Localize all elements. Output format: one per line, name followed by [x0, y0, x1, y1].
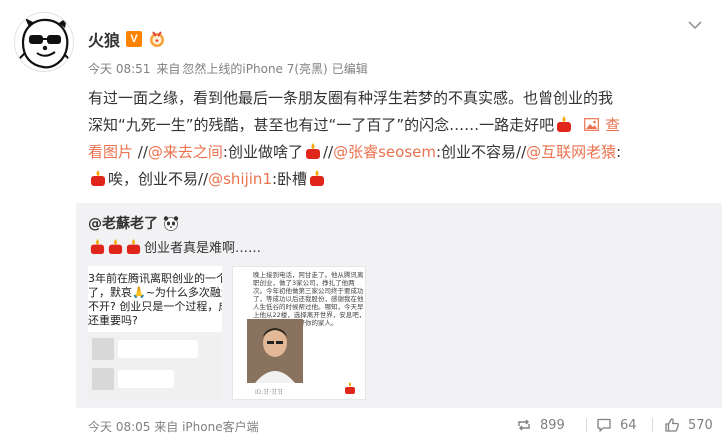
photo-icon: [584, 118, 599, 131]
chevron-down-icon[interactable]: [686, 18, 704, 32]
text-seg: 唉，创业不易//: [108, 170, 209, 188]
text-line-2-body: 深知“九死一生”的残酷，甚至也有过“一了百了”的闪念……一路走好吧: [88, 116, 555, 134]
candle-emoji-icon: [90, 238, 104, 255]
text-seg: //: [322, 143, 334, 161]
divider: [652, 418, 653, 432]
repost-source-prefix: 来自: [154, 420, 179, 434]
candle-emoji-icon: [91, 170, 105, 186]
text-seg: //: [133, 143, 148, 161]
text-line-1: 有过一面之缘，看到他最后一条朋友圈有种浮生若梦的不真实感。也曾创业的我: [88, 89, 614, 107]
avatar-raccoon-icon: [15, 13, 73, 71]
mention-zhangrui[interactable]: @张睿seosem: [333, 143, 436, 161]
post-footer: 今天 08:05 来自 iPhone客户端 899 64 570: [0, 408, 722, 443]
medal-icon[interactable]: ★: [147, 30, 167, 48]
post-meta: 今天 08:51 来自 忽然上线的iPhone 7(亮黑) 已编辑: [88, 60, 374, 77]
candle-emoji-icon: [108, 238, 122, 255]
thumbnail-1-text: 3年前在腾讯离职创业的一个老 了，默哀🙏~为什么多次融资 不开? 创业只是一个过…: [88, 272, 222, 327]
post-source[interactable]: 忽然上线的iPhone 7(亮黑): [182, 62, 327, 76]
weibo-card: 火狼 V ★ 今天 08:51 来自 忽然上线的iPhone 7(亮黑) 已编辑 有过…: [0, 0, 722, 443]
mention-laiqu[interactable]: @来去之间: [148, 143, 223, 161]
repost-count: 899: [540, 417, 565, 433]
comment-count: 64: [620, 417, 637, 433]
avatar[interactable]: [14, 12, 74, 72]
text-seg: :卧槽: [271, 170, 308, 188]
candle-emoji-icon: [126, 238, 140, 255]
chat-screenshot-icon: [88, 332, 222, 400]
text-seg: :: [616, 143, 622, 161]
svg-text:★: ★: [154, 38, 159, 45]
author-name[interactable]: 火狼: [88, 27, 120, 51]
repost-body: 创业者真是难啊……: [144, 241, 262, 256]
thumbnail-2-signature: ID:甘·甘甘: [255, 389, 284, 396]
view-photo-label-a: 查: [605, 116, 621, 134]
view-photo-link[interactable]: 查: [574, 116, 620, 134]
panda-icon: [163, 216, 179, 231]
vip-badge[interactable]: V: [126, 31, 143, 47]
comment-button[interactable]: 64: [596, 417, 637, 433]
repost-icon: [518, 419, 530, 431]
like-icon: [665, 418, 679, 432]
repost-time[interactable]: 今天 08:05: [88, 420, 150, 434]
text-line-2: 深知“九死一生”的残酷，甚至也有过“一了百了”的闪念……一路走好吧 查: [88, 112, 713, 139]
edited-label[interactable]: 已编辑: [332, 62, 368, 76]
reposted-content[interactable]: @老蘇老了 创业者真是难啊…… 3年前在腾讯离职创业的一个老 了，默哀🙏~为什么…: [76, 203, 722, 408]
post-time[interactable]: 今天 08:51: [88, 62, 150, 76]
source-prefix: 来自: [156, 62, 181, 76]
divider: [586, 418, 587, 432]
mention-shijin1[interactable]: @shijin1: [208, 170, 272, 188]
thumbnail-2[interactable]: 晚上接到电话，阿甘走了。他从腾讯离 职创业，做了3家公司，挣扎了他两 次。今年初…: [232, 266, 366, 400]
view-photo-label-b[interactable]: 看图片: [88, 143, 133, 161]
repost-source[interactable]: iPhone客户端: [182, 420, 259, 434]
repost-button[interactable]: 899: [516, 417, 565, 433]
candle-emoji-icon: [305, 143, 320, 159]
repost-text: 创业者真是难啊……: [88, 237, 261, 256]
repost-meta: 今天 08:05 来自 iPhone客户端: [88, 418, 259, 435]
post-text: 有过一面之缘，看到他最后一条朋友圈有种浮生若梦的不真实感。也曾创业的我 深知“九…: [88, 85, 713, 193]
text-line-4: 唉，创业不易//@shijin1:卧槽: [88, 166, 713, 193]
repost-author: @老蘇老了: [88, 213, 180, 233]
mention-hulianwang[interactable]: @互联网老猿: [526, 143, 616, 161]
candle-emoji-icon: [557, 116, 572, 132]
portrait-photo-icon: [247, 319, 303, 383]
like-button[interactable]: 570: [664, 417, 713, 433]
text-seg: :创业不容易//: [435, 143, 527, 161]
text-seg: :创业做啥了: [222, 143, 303, 161]
candle-emoji-icon: [345, 382, 355, 394]
post-header: 火狼 V ★: [88, 26, 167, 52]
candle-emoji-icon: [310, 170, 325, 186]
thumbnail-1[interactable]: 3年前在腾讯离职创业的一个老 了，默哀🙏~为什么多次融资 不开? 创业只是一个过…: [88, 266, 222, 400]
repost-author-name[interactable]: @老蘇老了: [88, 213, 158, 233]
like-count: 570: [688, 417, 713, 433]
comment-icon: [597, 418, 611, 432]
text-line-3: 看图片 //@来去之间:创业做啥了//@张睿seosem:创业不容易//@互联网…: [88, 139, 713, 166]
